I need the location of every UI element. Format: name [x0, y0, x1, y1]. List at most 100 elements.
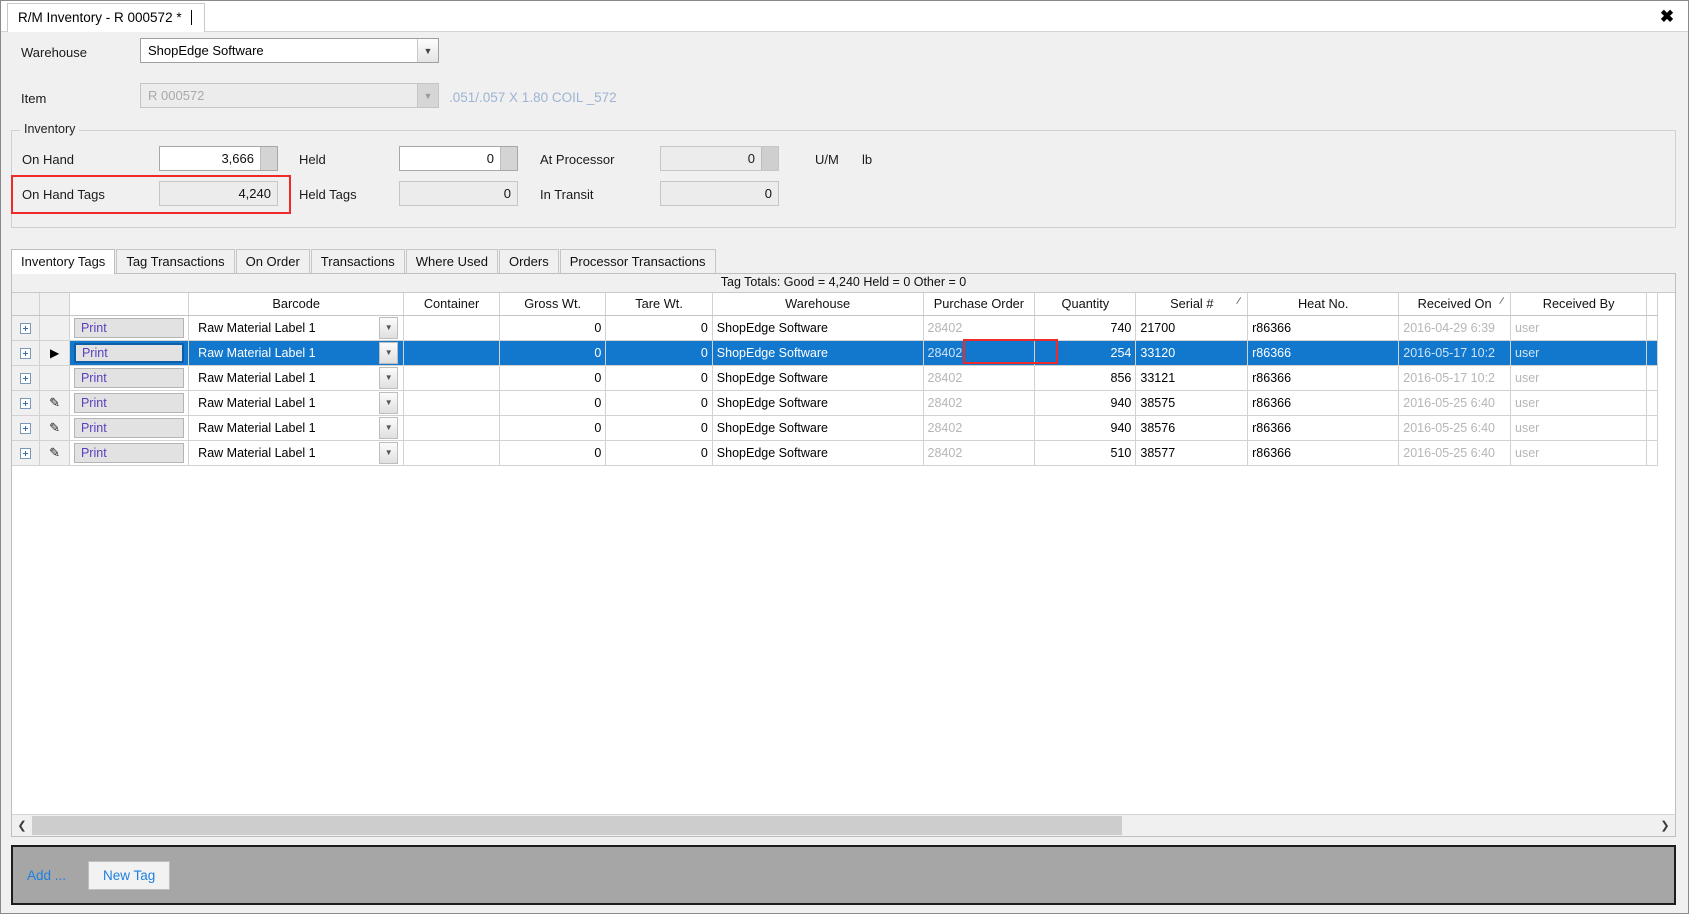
scroll-thumb[interactable] — [32, 816, 1122, 835]
header-tare-wt[interactable]: Tare Wt. — [605, 293, 713, 316]
table-row[interactable]: ✎ Print Raw Material Label 1 ▼ 0 0 ShopEd… — [12, 415, 1658, 441]
purchase-order-cell[interactable]: 28402 — [923, 415, 1036, 441]
tare-wt-cell[interactable]: 0 — [605, 415, 713, 441]
chevron-down-icon[interactable]: ▼ — [379, 391, 399, 414]
print-cell[interactable]: Print — [69, 415, 190, 441]
row-expander[interactable] — [12, 440, 41, 466]
close-icon[interactable]: ✖ — [1654, 4, 1680, 28]
serial-cell[interactable]: 38576 — [1135, 415, 1249, 441]
chevron-down-icon[interactable]: ▼ — [379, 416, 399, 439]
print-cell[interactable]: Print — [69, 365, 190, 391]
received-by-cell[interactable]: user — [1510, 390, 1648, 416]
row-expander[interactable] — [12, 340, 41, 366]
chevron-down-icon[interactable]: ▼ — [417, 39, 438, 62]
document-tab[interactable]: R/M Inventory - R 000572 * — [7, 3, 205, 32]
purchase-order-cell[interactable]: 28402 — [923, 315, 1036, 341]
chevron-down-icon[interactable]: ▼ — [379, 341, 399, 364]
row-expander[interactable] — [12, 365, 41, 391]
table-row[interactable]: ✎ Print Raw Material Label 1 ▼ 0 0 ShopEd… — [12, 390, 1658, 416]
barcode-cell[interactable]: Raw Material Label 1 ▼ — [188, 365, 405, 391]
print-button[interactable]: Print — [73, 317, 185, 338]
quantity-cell[interactable]: 940 — [1034, 390, 1137, 416]
purchase-order-cell[interactable]: 28402 — [923, 390, 1036, 416]
tab-where-used[interactable]: Where Used — [405, 249, 498, 273]
received-on-cell[interactable]: 2016-04-29 6:39 — [1398, 315, 1512, 341]
heat-no-cell[interactable]: r86366 — [1247, 415, 1400, 441]
table-row[interactable]: ▶ Print Raw Material Label 1 ▼ 0 0 ShopEd… — [12, 340, 1658, 366]
scroll-left-icon[interactable]: ❮ — [12, 815, 32, 836]
container-cell[interactable] — [403, 415, 500, 441]
heat-no-cell[interactable]: r86366 — [1247, 390, 1400, 416]
warehouse-cell[interactable]: ShopEdge Software — [712, 365, 924, 391]
header-purchase-order[interactable]: Purchase Order — [923, 293, 1036, 316]
container-cell[interactable] — [403, 440, 500, 466]
on-hand-tags-field[interactable]: 4,240 — [159, 181, 278, 206]
spinner-icon[interactable] — [500, 147, 517, 170]
print-button[interactable]: Print — [73, 442, 185, 463]
at-processor-field[interactable]: 0 — [660, 146, 779, 171]
quantity-cell[interactable]: 940 — [1034, 415, 1137, 441]
row-expander[interactable] — [12, 415, 41, 441]
barcode-cell[interactable]: Raw Material Label 1 ▼ — [188, 315, 405, 341]
add-link[interactable]: Add ... — [27, 868, 66, 883]
header-barcode[interactable]: Barcode — [188, 293, 405, 316]
tab-transactions[interactable]: Transactions — [310, 249, 405, 273]
table-row[interactable]: ✎ Print Raw Material Label 1 ▼ 0 0 ShopEd… — [12, 440, 1658, 466]
warehouse-cell[interactable]: ShopEdge Software — [712, 415, 924, 441]
in-transit-field[interactable]: 0 — [660, 181, 779, 206]
row-expander[interactable] — [12, 390, 41, 416]
container-cell[interactable] — [403, 390, 500, 416]
received-by-cell[interactable]: user — [1510, 415, 1648, 441]
tab-inventory-tags[interactable]: Inventory Tags — [11, 249, 116, 274]
print-button[interactable]: Print — [73, 342, 185, 363]
inventory-tags-grid[interactable]: Barcode Container Gross Wt. Tare Wt. War… — [12, 292, 1675, 814]
received-by-cell[interactable]: user — [1510, 340, 1648, 366]
gross-wt-cell[interactable]: 0 — [499, 415, 607, 441]
chevron-down-icon[interactable]: ▼ — [379, 316, 399, 339]
spinner-icon[interactable] — [761, 147, 778, 170]
warehouse-cell[interactable]: ShopEdge Software — [712, 315, 924, 341]
gross-wt-cell[interactable]: 0 — [499, 365, 607, 391]
print-cell[interactable]: Print — [69, 315, 190, 341]
serial-cell[interactable]: 38575 — [1135, 390, 1249, 416]
serial-cell[interactable]: 21700 — [1135, 315, 1249, 341]
tab-orders[interactable]: Orders — [498, 249, 559, 273]
scroll-track[interactable] — [32, 815, 1655, 836]
new-tag-button[interactable]: New Tag — [88, 860, 171, 890]
print-cell[interactable]: Print — [69, 440, 190, 466]
barcode-cell[interactable]: Raw Material Label 1 ▼ — [188, 440, 405, 466]
gross-wt-cell[interactable]: 0 — [499, 390, 607, 416]
gross-wt-cell[interactable]: 0 — [499, 340, 607, 366]
received-by-cell[interactable]: user — [1510, 440, 1648, 466]
chevron-down-icon[interactable]: ▼ — [379, 441, 399, 464]
container-cell[interactable] — [403, 365, 500, 391]
print-cell[interactable]: Print — [69, 390, 190, 416]
purchase-order-cell[interactable]: 28402 — [923, 340, 1036, 366]
tab-processor-transactions[interactable]: Processor Transactions — [559, 249, 716, 273]
gross-wt-cell[interactable]: 0 — [499, 440, 607, 466]
barcode-cell[interactable]: Raw Material Label 1 ▼ — [188, 340, 405, 366]
received-on-cell[interactable]: 2016-05-25 6:40 — [1398, 415, 1512, 441]
serial-cell[interactable]: 33120 — [1135, 340, 1249, 366]
received-on-cell[interactable]: 2016-05-17 10:2 — [1398, 340, 1512, 366]
purchase-order-cell[interactable]: 28402 — [923, 440, 1036, 466]
item-select[interactable]: R 000572 ▼ — [140, 83, 439, 108]
grid-horizontal-scrollbar[interactable]: ❮ ❯ — [12, 814, 1675, 836]
tare-wt-cell[interactable]: 0 — [605, 390, 713, 416]
warehouse-cell[interactable]: ShopEdge Software — [712, 440, 924, 466]
tare-wt-cell[interactable]: 0 — [605, 365, 713, 391]
container-cell[interactable] — [403, 315, 500, 341]
received-on-cell[interactable]: 2016-05-25 6:40 — [1398, 440, 1512, 466]
print-cell[interactable]: Print — [69, 340, 190, 366]
row-expander[interactable] — [12, 315, 41, 341]
heat-no-cell[interactable]: r86366 — [1247, 340, 1400, 366]
print-button[interactable]: Print — [73, 367, 185, 388]
received-on-cell[interactable]: 2016-05-17 10:2 — [1398, 365, 1512, 391]
barcode-cell[interactable]: Raw Material Label 1 ▼ — [188, 390, 405, 416]
header-gross-wt[interactable]: Gross Wt. — [499, 293, 607, 316]
heat-no-cell[interactable]: r86366 — [1247, 365, 1400, 391]
header-serial[interactable]: Serial # / — [1135, 293, 1249, 316]
header-warehouse[interactable]: Warehouse — [712, 293, 924, 316]
header-quantity[interactable]: Quantity — [1034, 293, 1137, 316]
spinner-icon[interactable] — [260, 147, 277, 170]
